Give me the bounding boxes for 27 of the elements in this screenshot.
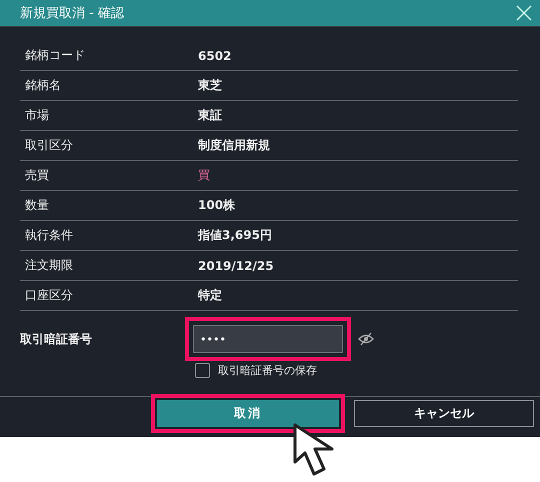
field-value: 制度信用新規 <box>198 137 270 154</box>
field-label: 売買 <box>24 167 50 184</box>
field-label: 銘柄名 <box>24 77 62 94</box>
field-label: 注文期限 <box>24 257 74 274</box>
field-value: 2019/12/25 <box>198 258 274 272</box>
field-label: 執行条件 <box>24 227 74 244</box>
field-value: 東証 <box>198 107 222 124</box>
field-label: 銘柄コード <box>24 47 86 64</box>
field-value: 6502 <box>198 48 232 62</box>
field-value: 東芝 <box>198 77 222 94</box>
field-label: 取引区分 <box>24 137 74 154</box>
field-label: 口座区分 <box>24 287 74 304</box>
close-icon[interactable] <box>516 5 532 21</box>
cancel-order-button[interactable]: 取消 <box>157 400 339 426</box>
field-value: 買 <box>198 167 210 184</box>
field-label: 市場 <box>24 107 50 124</box>
password-field[interactable]: •••• <box>193 325 343 353</box>
checkbox-label: 取引暗証番号の保存 <box>218 363 317 378</box>
field-value: 特定 <box>198 287 222 304</box>
field-value: 100株 <box>198 197 236 214</box>
checkbox[interactable] <box>195 363 210 378</box>
field-label: 数量 <box>24 197 50 214</box>
window-title: 新規買取消 - 確認 <box>20 5 124 22</box>
field-label: 取引暗証番号 <box>20 330 93 348</box>
cancel-button[interactable]: キャンセル <box>354 400 534 426</box>
eye-slash-icon[interactable] <box>358 332 374 346</box>
field-value: 指値3,695円 <box>198 227 272 244</box>
